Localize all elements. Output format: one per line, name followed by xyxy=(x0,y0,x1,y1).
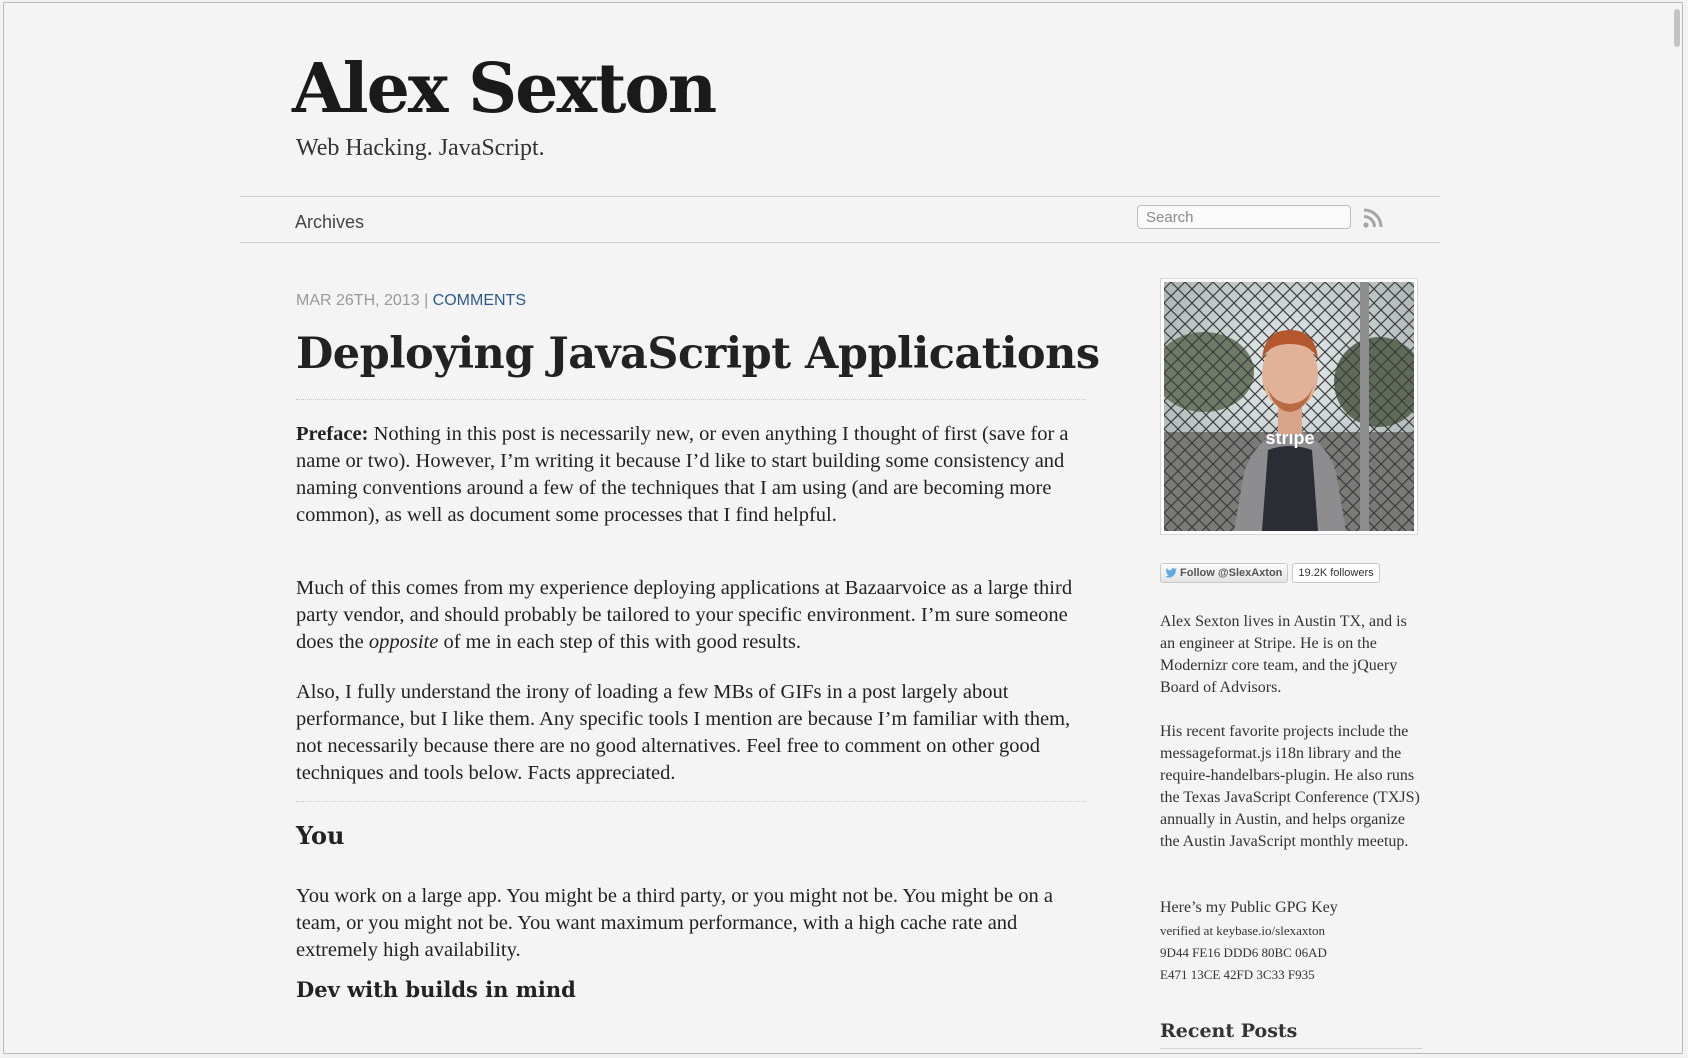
nav-archives-link[interactable]: Archives xyxy=(295,212,364,233)
comments-link[interactable]: Comments xyxy=(433,292,526,309)
gpg-verified[interactable]: verified at keybase.io/slexaxton xyxy=(1160,920,1422,942)
twitter-follow: Follow @SlexAxton 19.2K followers xyxy=(1160,563,1380,583)
scrollbar-thumb[interactable] xyxy=(1674,9,1680,47)
recent-posts-divider xyxy=(1160,1048,1422,1049)
preface-text: Nothing in this post is necessarily new,… xyxy=(296,423,1069,526)
author-photo: stripe xyxy=(1164,282,1414,531)
gpg-key-line-1: 9D44 FE16 DDD6 80BC 06AD xyxy=(1160,945,1327,960)
scrollbar[interactable] xyxy=(1670,3,1682,1053)
paragraph-you: You work on a large app. You might be a … xyxy=(296,885,1053,961)
search-input[interactable] xyxy=(1137,205,1351,229)
follow-button[interactable]: Follow @SlexAxton xyxy=(1160,563,1289,583)
paragraph-experience: Much of this comes from my experience de… xyxy=(296,575,1096,656)
meta-separator: | xyxy=(424,292,429,309)
section-divider xyxy=(296,801,1086,802)
post-title[interactable]: Deploying JavaScript Applications xyxy=(296,329,1100,379)
post-meta: Mar 26th, 2013 | Comments xyxy=(296,292,526,310)
gpg-key-line-2: E471 13CE 42FD 3C33 F935 xyxy=(1160,967,1315,982)
browser-frame: Alex Sexton Web Hacking. JavaScript. Arc… xyxy=(3,2,1683,1054)
heading-dev-with-builds: Dev with builds in mind xyxy=(296,977,576,1002)
rss-icon[interactable] xyxy=(1361,206,1385,230)
site-title[interactable]: Alex Sexton xyxy=(292,49,717,129)
recent-posts-heading: Recent Posts xyxy=(1160,1020,1298,1042)
title-divider xyxy=(296,399,1086,400)
preface-label: Preface: xyxy=(296,423,369,445)
post-date: Mar 26th, 2013 xyxy=(296,292,420,309)
bio-text: Alex Sexton lives in Austin TX, and is a… xyxy=(1160,613,1407,696)
heading-you: You xyxy=(296,821,345,850)
main-navigation: Archives xyxy=(240,196,1440,243)
paragraph-experience-end: of me in each step of this with good res… xyxy=(438,631,802,653)
follow-button-label: Follow @SlexAxton xyxy=(1180,567,1283,579)
gpg-label: Here’s my Public GPG Key xyxy=(1160,899,1338,916)
followers-count[interactable]: 19.2K followers xyxy=(1292,563,1380,583)
avatar: stripe xyxy=(1160,278,1418,535)
twitter-bird-icon xyxy=(1165,568,1177,578)
projects-text: His recent favorite projects include the… xyxy=(1160,723,1420,850)
site-tagline: Web Hacking. JavaScript. xyxy=(296,135,545,161)
preface-paragraph: Preface: Nothing in this post is necessa… xyxy=(296,421,1096,529)
paragraph-irony: Also, I fully understand the irony of lo… xyxy=(296,681,1071,784)
paragraph-experience-emphasis: opposite xyxy=(368,631,439,653)
